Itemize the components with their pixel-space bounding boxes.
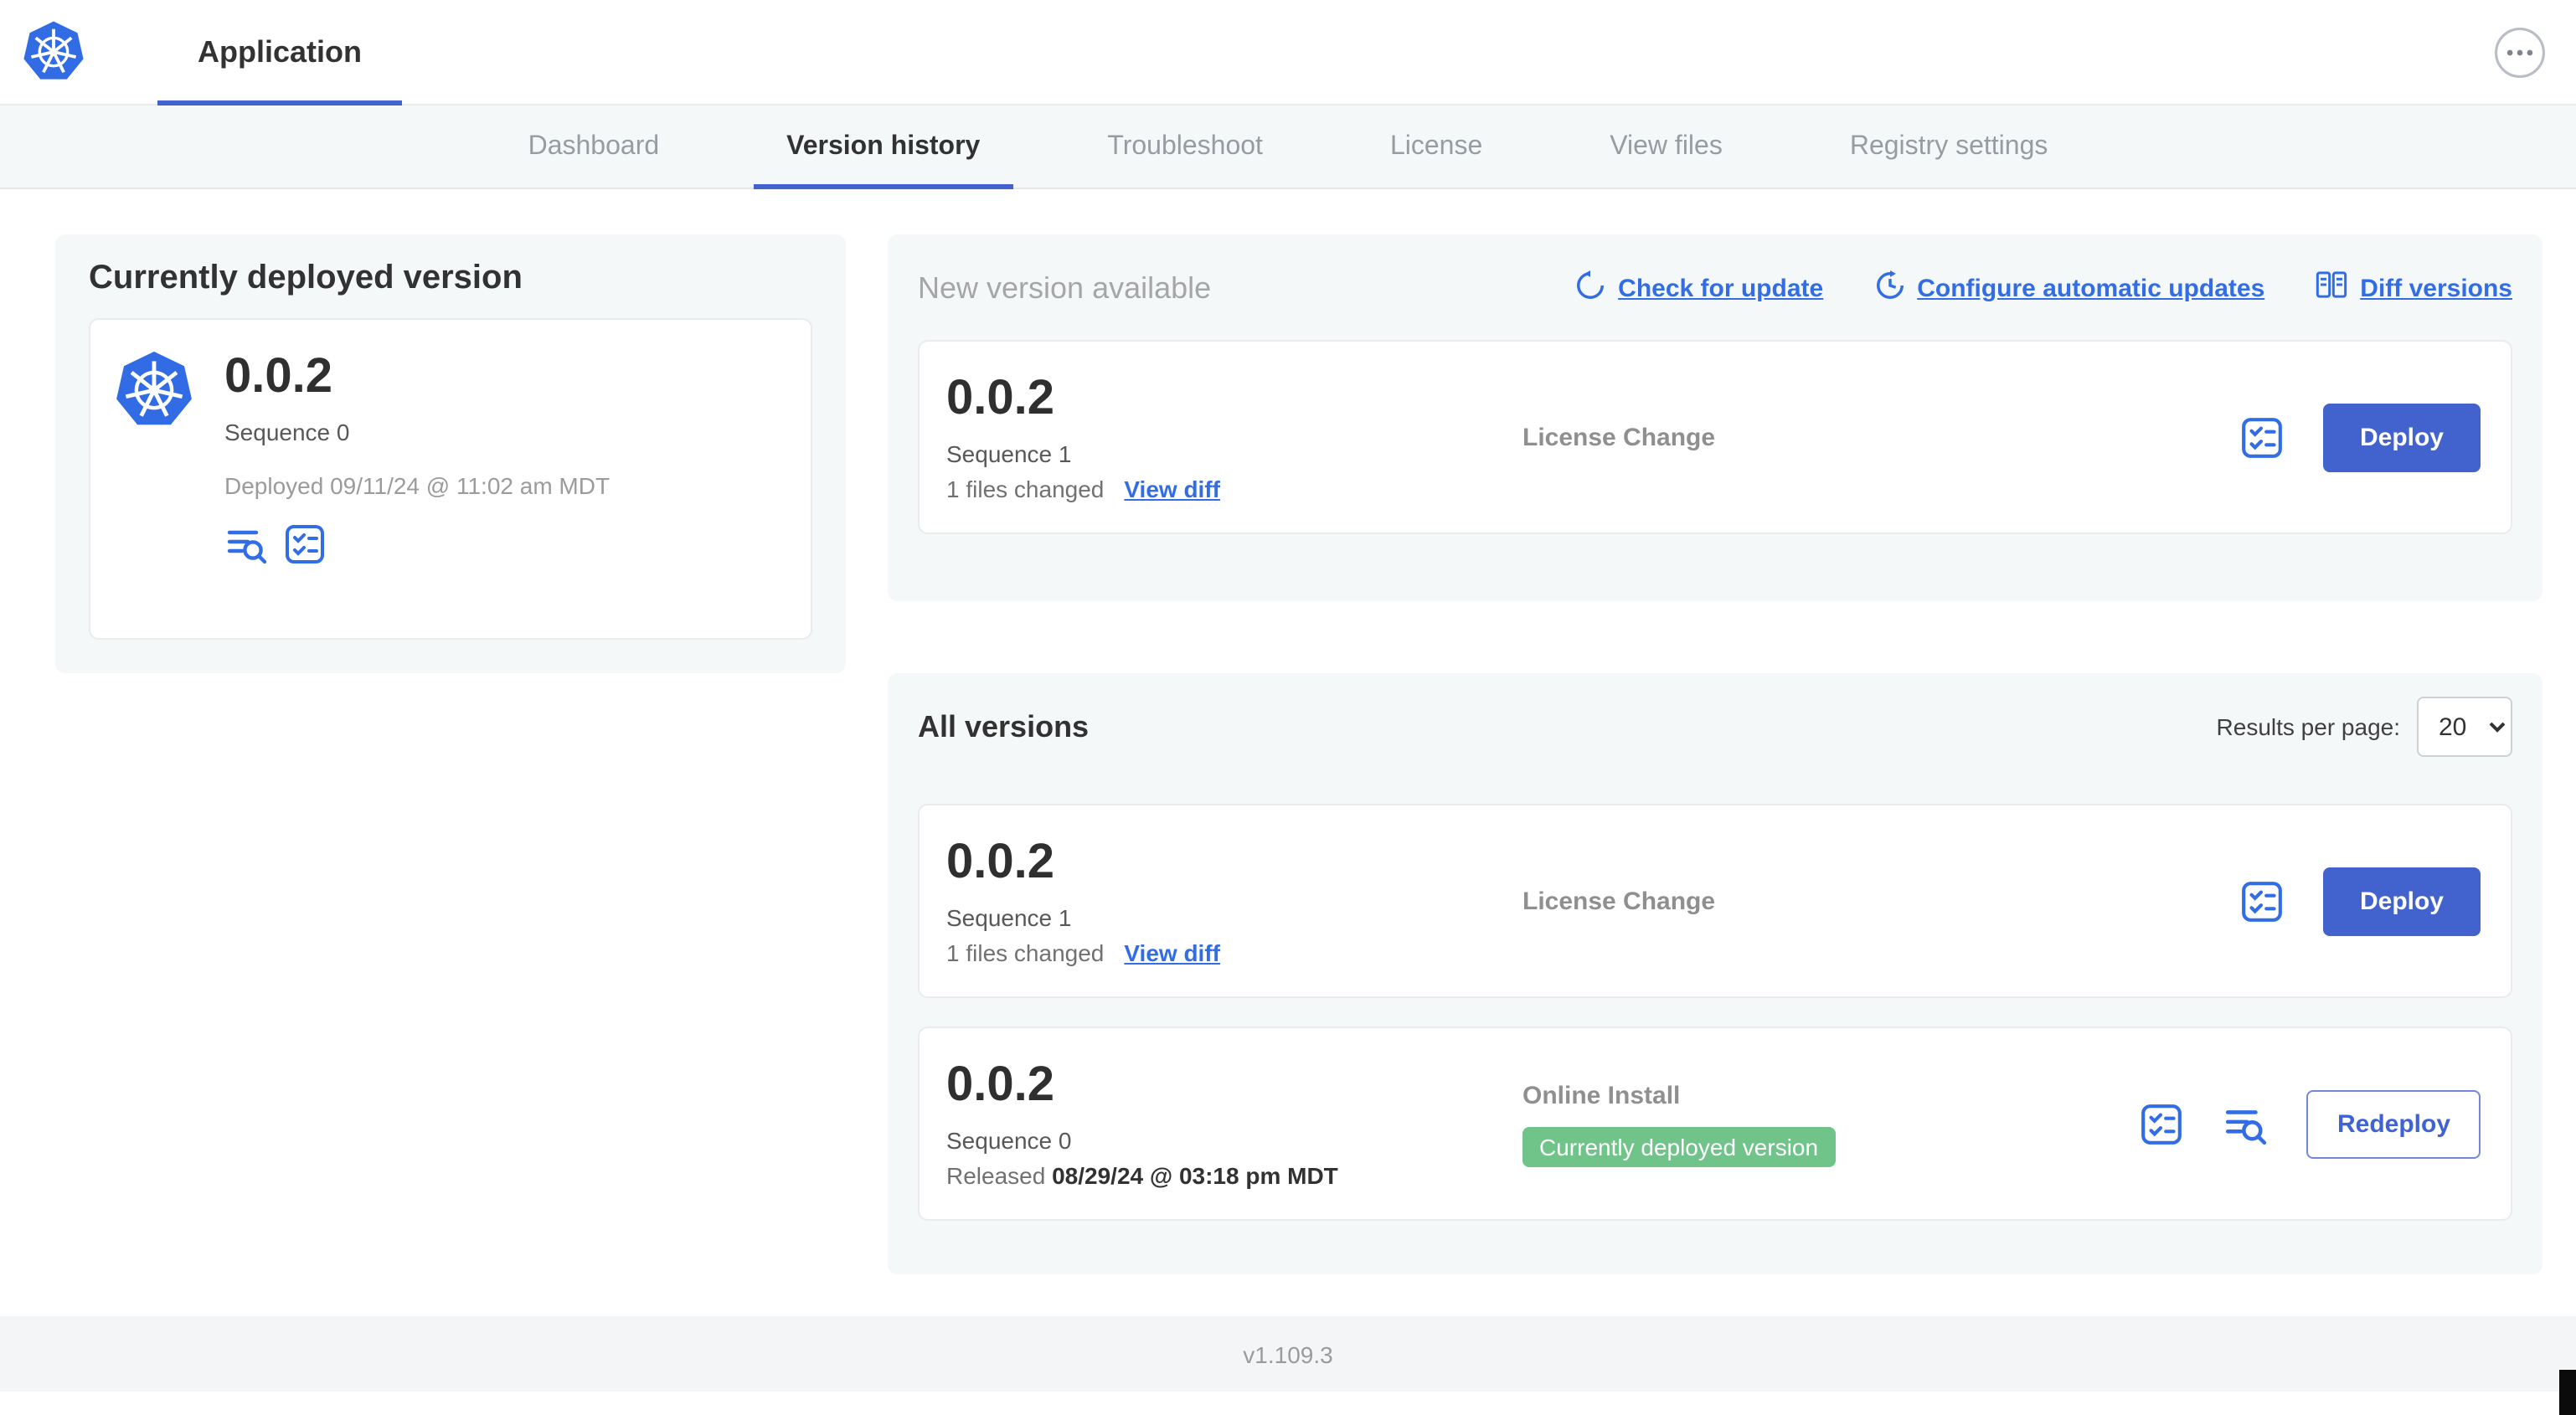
current-version-card: 0.0.2 Sequence 0 Deployed 09/11/24 @ 11:…	[89, 318, 812, 640]
preflight-checks-button[interactable]	[2239, 414, 2285, 460]
version-number: 0.0.2	[946, 1058, 1054, 1112]
current-version-actions	[224, 522, 610, 566]
checklist-icon	[2140, 1101, 2185, 1146]
diff-versions-link[interactable]: Diff versions	[2315, 268, 2512, 308]
new-version-card: 0.0.2 Sequence 1 1 files changed View di…	[918, 340, 2512, 534]
refresh-icon	[1574, 269, 1606, 307]
deploy-button[interactable]: Deploy	[2322, 403, 2481, 471]
kubernetes-app-icon	[114, 350, 194, 430]
ellipsis-icon	[2494, 26, 2546, 78]
preflight-checks-button[interactable]	[2140, 1101, 2185, 1146]
version-number: 0.0.2	[946, 836, 1054, 889]
checklist-icon	[283, 522, 327, 566]
results-per-page: Results per page: 20	[2217, 697, 2512, 757]
lines-magnifier-icon	[224, 522, 268, 566]
right-column: New version available Check for update C…	[888, 234, 2543, 1274]
version-row: 0.0.2 Sequence 1 1 files changed View di…	[918, 804, 2512, 998]
tab-view-files[interactable]: View files	[1546, 105, 1786, 188]
version-sequence: Sequence 1	[946, 904, 1072, 931]
app-tab-label: Application	[198, 34, 362, 68]
preflight-checks-button[interactable]	[283, 522, 327, 566]
checklist-icon	[2239, 878, 2285, 924]
results-per-page-select[interactable]: 20	[2417, 697, 2512, 757]
redeploy-button[interactable]: Redeploy	[2306, 1089, 2481, 1158]
released-date: Released 08/29/24 @ 03:18 pm MDT	[946, 1162, 1522, 1189]
more-menu-button[interactable]	[2494, 26, 2546, 78]
check-for-update-link[interactable]: Check for update	[1574, 269, 1823, 307]
files-changed-label: 1 files changed	[946, 476, 1105, 502]
top-bar: Application	[0, 0, 2576, 105]
diff-versions-label: Diff versions	[2360, 274, 2512, 302]
version-actions: Check for update Configure automatic upd…	[1574, 268, 2512, 308]
version-number: 0.0.2	[224, 350, 332, 404]
new-version-title: New version available	[918, 270, 1212, 304]
view-diff-link[interactable]: View diff	[1124, 939, 1220, 966]
current-version-info: 0.0.2 Sequence 0 Deployed 09/11/24 @ 11:…	[224, 350, 610, 608]
version-sequence: Sequence 0	[224, 419, 350, 445]
main-content: Currently deployed version 0.0.2 Sequenc…	[0, 189, 2576, 1274]
app-window: Application Dashboard Version history Tr…	[0, 0, 2576, 1415]
results-per-page-label: Results per page:	[2216, 713, 2400, 740]
currently-deployed-badge: Currently deployed version	[1522, 1126, 1836, 1166]
version-sequence: Sequence 1	[946, 440, 1072, 467]
files-changed-label: 1 files changed	[946, 939, 1105, 966]
clock-refresh-icon	[1873, 269, 1905, 307]
console-subnav: Dashboard Version history Troubleshoot L…	[0, 105, 2576, 189]
tab-license[interactable]: License	[1327, 105, 1546, 188]
diff-columns-icon	[2315, 268, 2348, 308]
tab-version-history[interactable]: Version history	[723, 105, 1043, 189]
version-row: 0.0.2 Sequence 0 Released 08/29/24 @ 03:…	[918, 1027, 2512, 1221]
check-for-update-label: Check for update	[1618, 274, 1824, 302]
current-version-panel: Currently deployed version 0.0.2 Sequenc…	[55, 234, 846, 673]
version-number: 0.0.2	[946, 372, 1054, 425]
deploy-button[interactable]: Deploy	[2322, 867, 2481, 935]
footer: v1.109.3	[0, 1316, 2576, 1392]
configure-automatic-updates-link[interactable]: Configure automatic updates	[1873, 269, 2264, 307]
checklist-icon	[2239, 414, 2285, 460]
preflight-checks-button[interactable]	[2239, 878, 2285, 924]
release-notes-button[interactable]	[224, 522, 268, 566]
tab-troubleshoot[interactable]: Troubleshoot	[1043, 105, 1327, 188]
configure-automatic-updates-label: Configure automatic updates	[1917, 274, 2265, 302]
version-source-label: License Change	[1522, 887, 1716, 915]
all-versions-panel: All versions Results per page: 20 0.0.2 …	[888, 673, 2543, 1274]
version-source-label: Online Install	[1522, 1081, 1681, 1109]
kubernetes-logo-icon	[22, 20, 85, 84]
tab-dashboard[interactable]: Dashboard	[465, 105, 724, 188]
deploy-logs-button[interactable]	[2223, 1101, 2269, 1146]
deployed-date: Deployed 09/11/24 @ 11:02 am MDT	[224, 472, 611, 499]
new-version-panel: New version available Check for update C…	[888, 234, 2543, 601]
current-version-title: Currently deployed version	[89, 260, 523, 296]
view-diff-link[interactable]: View diff	[1124, 476, 1220, 502]
version-source-label: License Change	[1522, 423, 1716, 451]
app-tab-application[interactable]: Application	[157, 0, 402, 105]
released-date-value: 08/29/24 @ 03:18 pm MDT	[1052, 1162, 1338, 1189]
all-versions-title: All versions	[918, 709, 1090, 743]
console-version-label: v1.109.3	[1243, 1340, 1333, 1367]
released-label: Released	[946, 1162, 1046, 1189]
lines-magnifier-icon	[2223, 1101, 2269, 1146]
version-sequence: Sequence 0	[946, 1127, 1072, 1154]
tab-registry-settings[interactable]: Registry settings	[1786, 105, 2112, 188]
scrollbar-thumb[interactable]	[2559, 1370, 2576, 1415]
